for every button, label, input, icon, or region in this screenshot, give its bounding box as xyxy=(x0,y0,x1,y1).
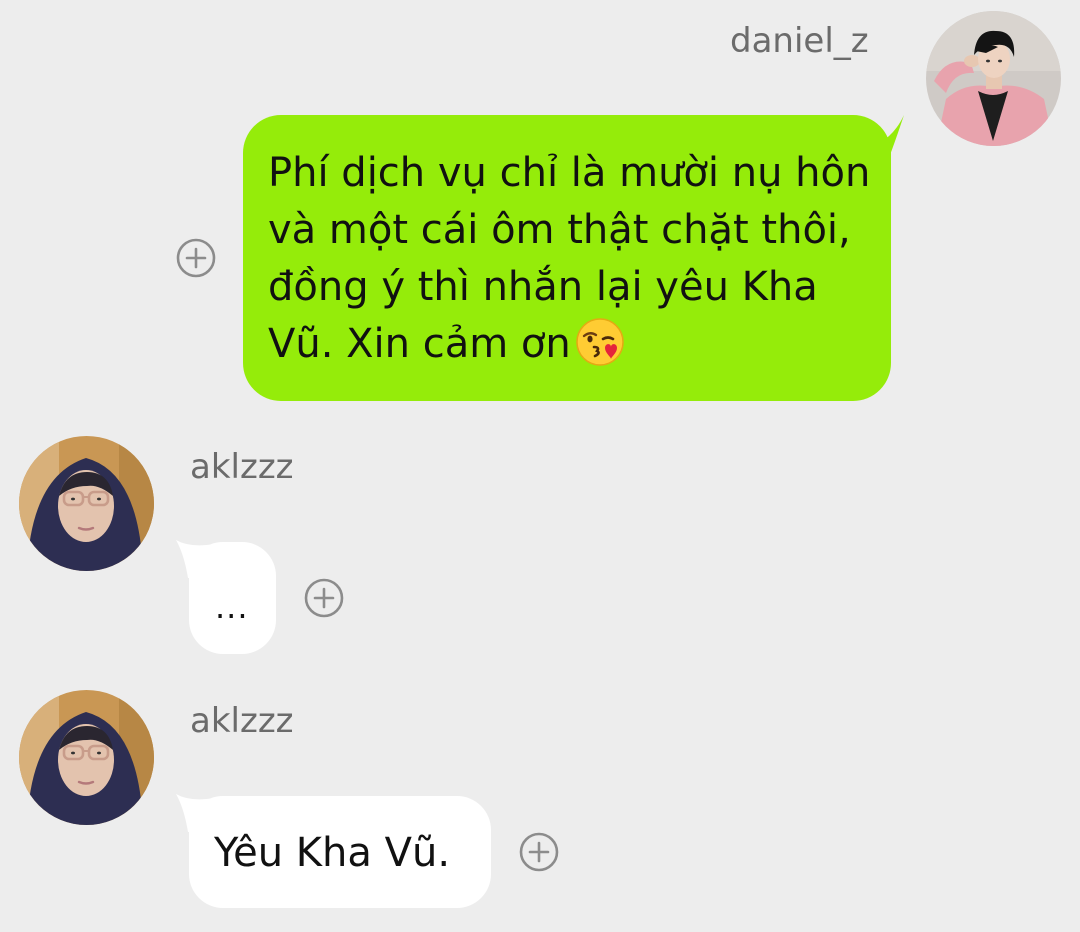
reply-1-text: ... xyxy=(215,588,249,626)
add-reaction-icon[interactable] xyxy=(175,237,217,279)
reply-2-bubble[interactable]: Yêu Kha Vũ. xyxy=(189,796,491,908)
avatar-aklzzz-image xyxy=(19,690,154,825)
sender-name-aklzzz-2: aklzzz xyxy=(190,701,294,741)
avatar-aklzzz-image xyxy=(19,436,154,571)
sender-name-aklzzz-1: aklzzz xyxy=(190,447,294,487)
add-reaction-icon[interactable] xyxy=(518,831,560,873)
chat-screen: daniel_z Phí dịch vụ chỉ là mười nụ hôn … xyxy=(0,0,1080,932)
reply-1-bubble[interactable]: ... xyxy=(189,542,276,654)
sender-name-daniel-z: daniel_z xyxy=(730,21,869,61)
reply-2-text: Yêu Kha Vũ. xyxy=(214,830,451,876)
avatar-daniel-z-image xyxy=(926,11,1061,146)
avatar-aklzzz[interactable] xyxy=(19,690,154,825)
avatar-daniel-z[interactable] xyxy=(926,11,1061,146)
avatar-aklzzz[interactable] xyxy=(19,436,154,571)
sent-message-bubble[interactable]: Phí dịch vụ chỉ là mười nụ hôn và một cá… xyxy=(243,115,891,401)
add-reaction-icon[interactable] xyxy=(303,577,345,619)
sent-message-text: Phí dịch vụ chỉ là mười nụ hôn và một cá… xyxy=(268,150,871,367)
kissing-face-emoji-icon xyxy=(575,318,624,366)
